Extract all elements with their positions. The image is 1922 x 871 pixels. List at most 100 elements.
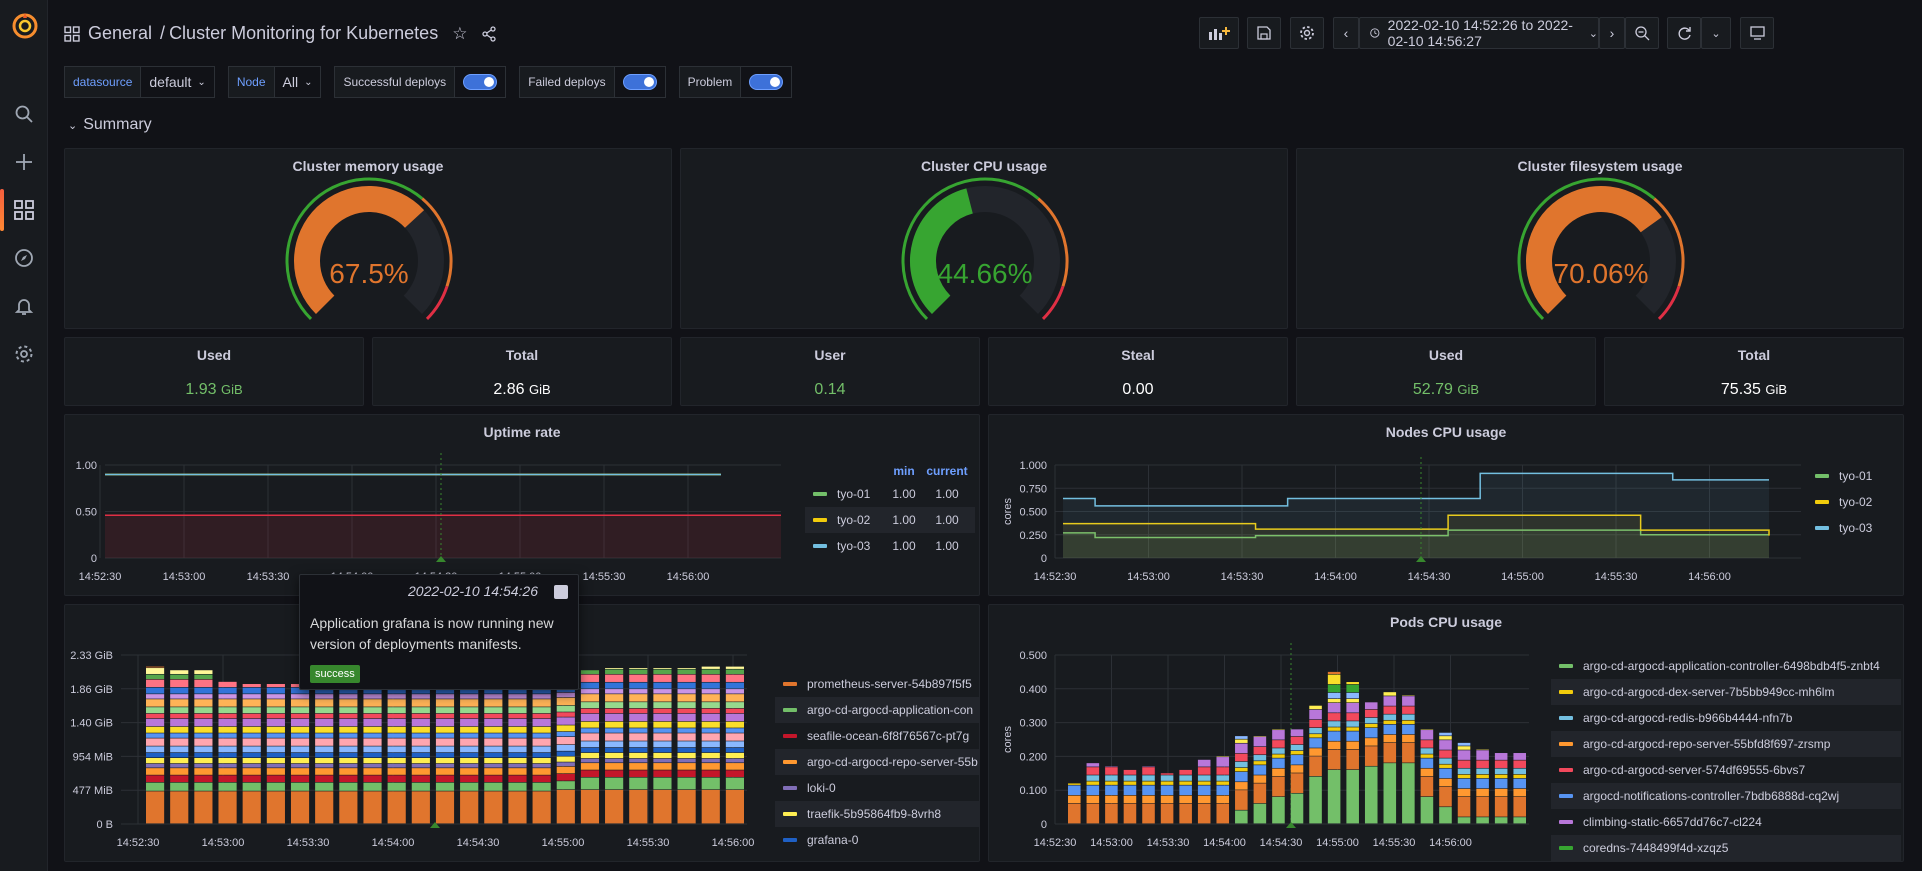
stack-bar-segment	[1364, 766, 1378, 824]
stat-cpu-user[interactable]: User 0.14	[680, 337, 980, 406]
stat-fs-total[interactable]: Total 75.35 GiB	[1604, 337, 1904, 406]
legend-row-tyo-01[interactable]: tyo-01 1.00 1.00	[805, 481, 975, 507]
stack-bar-segment	[1383, 742, 1397, 763]
toggle-switch[interactable]	[622, 74, 657, 90]
legend-header-min[interactable]: min	[885, 464, 923, 478]
breadcrumb-folder[interactable]: General	[88, 23, 152, 44]
panel-pods-cpu-usage[interactable]: Pods CPU usage 0 0.100 0.200 0.300 0.400 0.50…	[988, 604, 1904, 862]
stack-bar-segment	[315, 763, 334, 768]
stack-bar-segment	[580, 694, 600, 702]
row-header-summary[interactable]: ⌄ Summary	[68, 116, 152, 134]
edit-annotation-icon[interactable]	[554, 585, 568, 599]
stack-bar-segment	[411, 707, 430, 714]
x-tick-label: 14:55:30	[1595, 571, 1638, 583]
legend-row[interactable]: argo-cd-argocd-application-controller-64…	[1551, 653, 1901, 679]
explore-compass-icon[interactable]	[12, 246, 36, 270]
share-icon[interactable]	[481, 25, 497, 42]
grafana-logo-icon[interactable]	[12, 13, 38, 39]
legend-row[interactable]: prometheus-server-54b897f5f5	[775, 671, 979, 697]
legend-row-tyo-03[interactable]: tyo-03 1.00 1.00	[805, 533, 975, 559]
legend-header-current[interactable]: current	[923, 464, 971, 478]
refresh-interval-dropdown[interactable]: ⌄	[1701, 17, 1731, 49]
legend-swatch	[1559, 742, 1573, 746]
legend-row[interactable]: argo-cd-argocd-dex-server-7b5bb949cc-mh6…	[1551, 679, 1901, 705]
legend-row-tyo-02[interactable]: tyo-02 1.00 1.00	[805, 507, 975, 533]
search-icon[interactable]	[12, 102, 36, 126]
failed-deploys-toggle[interactable]	[614, 66, 666, 98]
stack-bar-segment	[363, 738, 382, 746]
zoom-out-button[interactable]	[1625, 17, 1659, 49]
stack-bar-segment	[701, 682, 720, 689]
panel-cluster-memory-usage[interactable]: Cluster memory usage 67.5%	[64, 148, 672, 329]
stack-bar-segment	[1086, 803, 1100, 824]
legend-row-tyo-02[interactable]: tyo-02	[1815, 489, 1872, 515]
y-tick-label: 0	[1041, 819, 1047, 831]
legend-row[interactable]: coredns-7448499f4d-xzqz5	[1551, 835, 1901, 861]
legend-row[interactable]: argo-cd-argocd-application-con	[775, 697, 979, 723]
refresh-button[interactable]	[1667, 17, 1701, 49]
stat-memory-used[interactable]: Used 1.93 GiB	[64, 337, 364, 406]
stack-bar-segment	[532, 746, 551, 753]
stack-bar-segment	[701, 728, 720, 733]
stack-bar-segment	[387, 752, 406, 758]
toggle-switch[interactable]	[749, 74, 784, 90]
successful-deploys-toggle[interactable]	[455, 66, 507, 98]
stack-bar-segment	[339, 757, 358, 764]
tv-mode-button[interactable]	[1740, 17, 1774, 49]
dashboard-title[interactable]: Cluster Monitoring for Kubernetes	[169, 23, 438, 44]
star-icon[interactable]: ☆	[452, 24, 467, 44]
dashboard-settings-button[interactable]	[1290, 17, 1324, 49]
stack-bar-segment	[266, 713, 285, 719]
legend-row[interactable]: loki-0	[775, 775, 979, 801]
legend-row[interactable]: argocd-notifications-controller-7bdb6888…	[1551, 783, 1901, 809]
legend-row[interactable]: argo-cd-argocd-redis-b966b4444-nfn7b	[1551, 705, 1901, 731]
legend-row-tyo-01[interactable]: tyo-01	[1815, 463, 1872, 489]
stack-bar-segment	[484, 775, 503, 783]
stack-bar-segment	[1235, 771, 1248, 782]
stack-bar-segment	[1476, 778, 1489, 789]
stat-fs-used[interactable]: Used 52.79 GiB	[1296, 337, 1596, 406]
stack-bar-segment	[290, 763, 310, 768]
stack-bar-segment	[1216, 785, 1230, 796]
x-tick-label: 14:55:30	[627, 837, 670, 849]
node-variable-select[interactable]: All ⌄	[274, 66, 322, 98]
time-back-button[interactable]: ‹	[1333, 17, 1359, 49]
legend-row[interactable]: argo-cd-argocd-repo-server-55b	[775, 749, 979, 775]
legend-row[interactable]: traefik-5b95864fb9-8vrh8	[775, 801, 979, 827]
legend-row-tyo-03[interactable]: tyo-03	[1815, 515, 1872, 541]
toggle-switch[interactable]	[463, 74, 498, 90]
datasource-variable-select[interactable]: default ⌄	[141, 66, 215, 98]
legend-row[interactable]: seafile-ocean-6f8f76567c-pt7g	[775, 723, 979, 749]
stack-bar-segment	[605, 777, 624, 790]
problem-toggle[interactable]	[741, 66, 793, 98]
legend-row[interactable]: climbing-static-6657dd76c7-cl224	[1551, 809, 1901, 835]
stack-bar-segment	[677, 752, 696, 759]
time-picker-button[interactable]: 2022-02-10 14:52:26 to 2022-02-10 14:56:…	[1359, 17, 1599, 49]
stack-bar-segment	[339, 791, 358, 824]
stack-bar-segment	[363, 746, 382, 753]
panel-uptime-rate[interactable]: Uptime rate 0 0.50 1.00 14:52:30 14:53:00 14:…	[64, 414, 980, 596]
legend-row[interactable]: grafana-0	[775, 827, 979, 853]
panel-cluster-cpu-usage[interactable]: Cluster CPU usage 44.66%	[680, 148, 1288, 329]
legend-row[interactable]: argo-cd-argocd-repo-server-55bfd8f697-zr…	[1551, 731, 1901, 757]
stack-bar-segment	[242, 687, 261, 694]
stack-bar-segment	[170, 757, 189, 764]
stack-bar-segment	[411, 782, 430, 791]
time-forward-button[interactable]: ›	[1599, 17, 1625, 49]
stat-memory-total[interactable]: Total 2.86 GiB	[372, 337, 672, 406]
legend-row[interactable]: argo-cd-argocd-server-574df69555-6bvs7	[1551, 757, 1901, 783]
save-dashboard-button[interactable]	[1247, 17, 1281, 49]
stat-cpu-steal[interactable]: Steal 0.00	[988, 337, 1288, 406]
stack-bar-segment	[1290, 755, 1304, 765]
panel-nodes-cpu-usage[interactable]: Nodes CPU usage 0 0.250 0.500 0.750 1.000 14:…	[988, 414, 1904, 596]
stack-bar-segment	[1235, 767, 1248, 772]
settings-gear-icon[interactable]	[12, 342, 36, 366]
alerting-bell-icon[interactable]	[12, 294, 36, 318]
create-plus-icon[interactable]	[12, 150, 36, 174]
stack-bar-segment	[701, 721, 720, 728]
panel-cluster-filesystem-usage[interactable]: Cluster filesystem usage 70.06%	[1296, 148, 1904, 329]
stack-bar-segment	[605, 682, 624, 689]
add-panel-button[interactable]	[1199, 17, 1239, 49]
stack-bar-segment	[146, 668, 165, 674]
dashboards-icon[interactable]	[0, 189, 36, 231]
